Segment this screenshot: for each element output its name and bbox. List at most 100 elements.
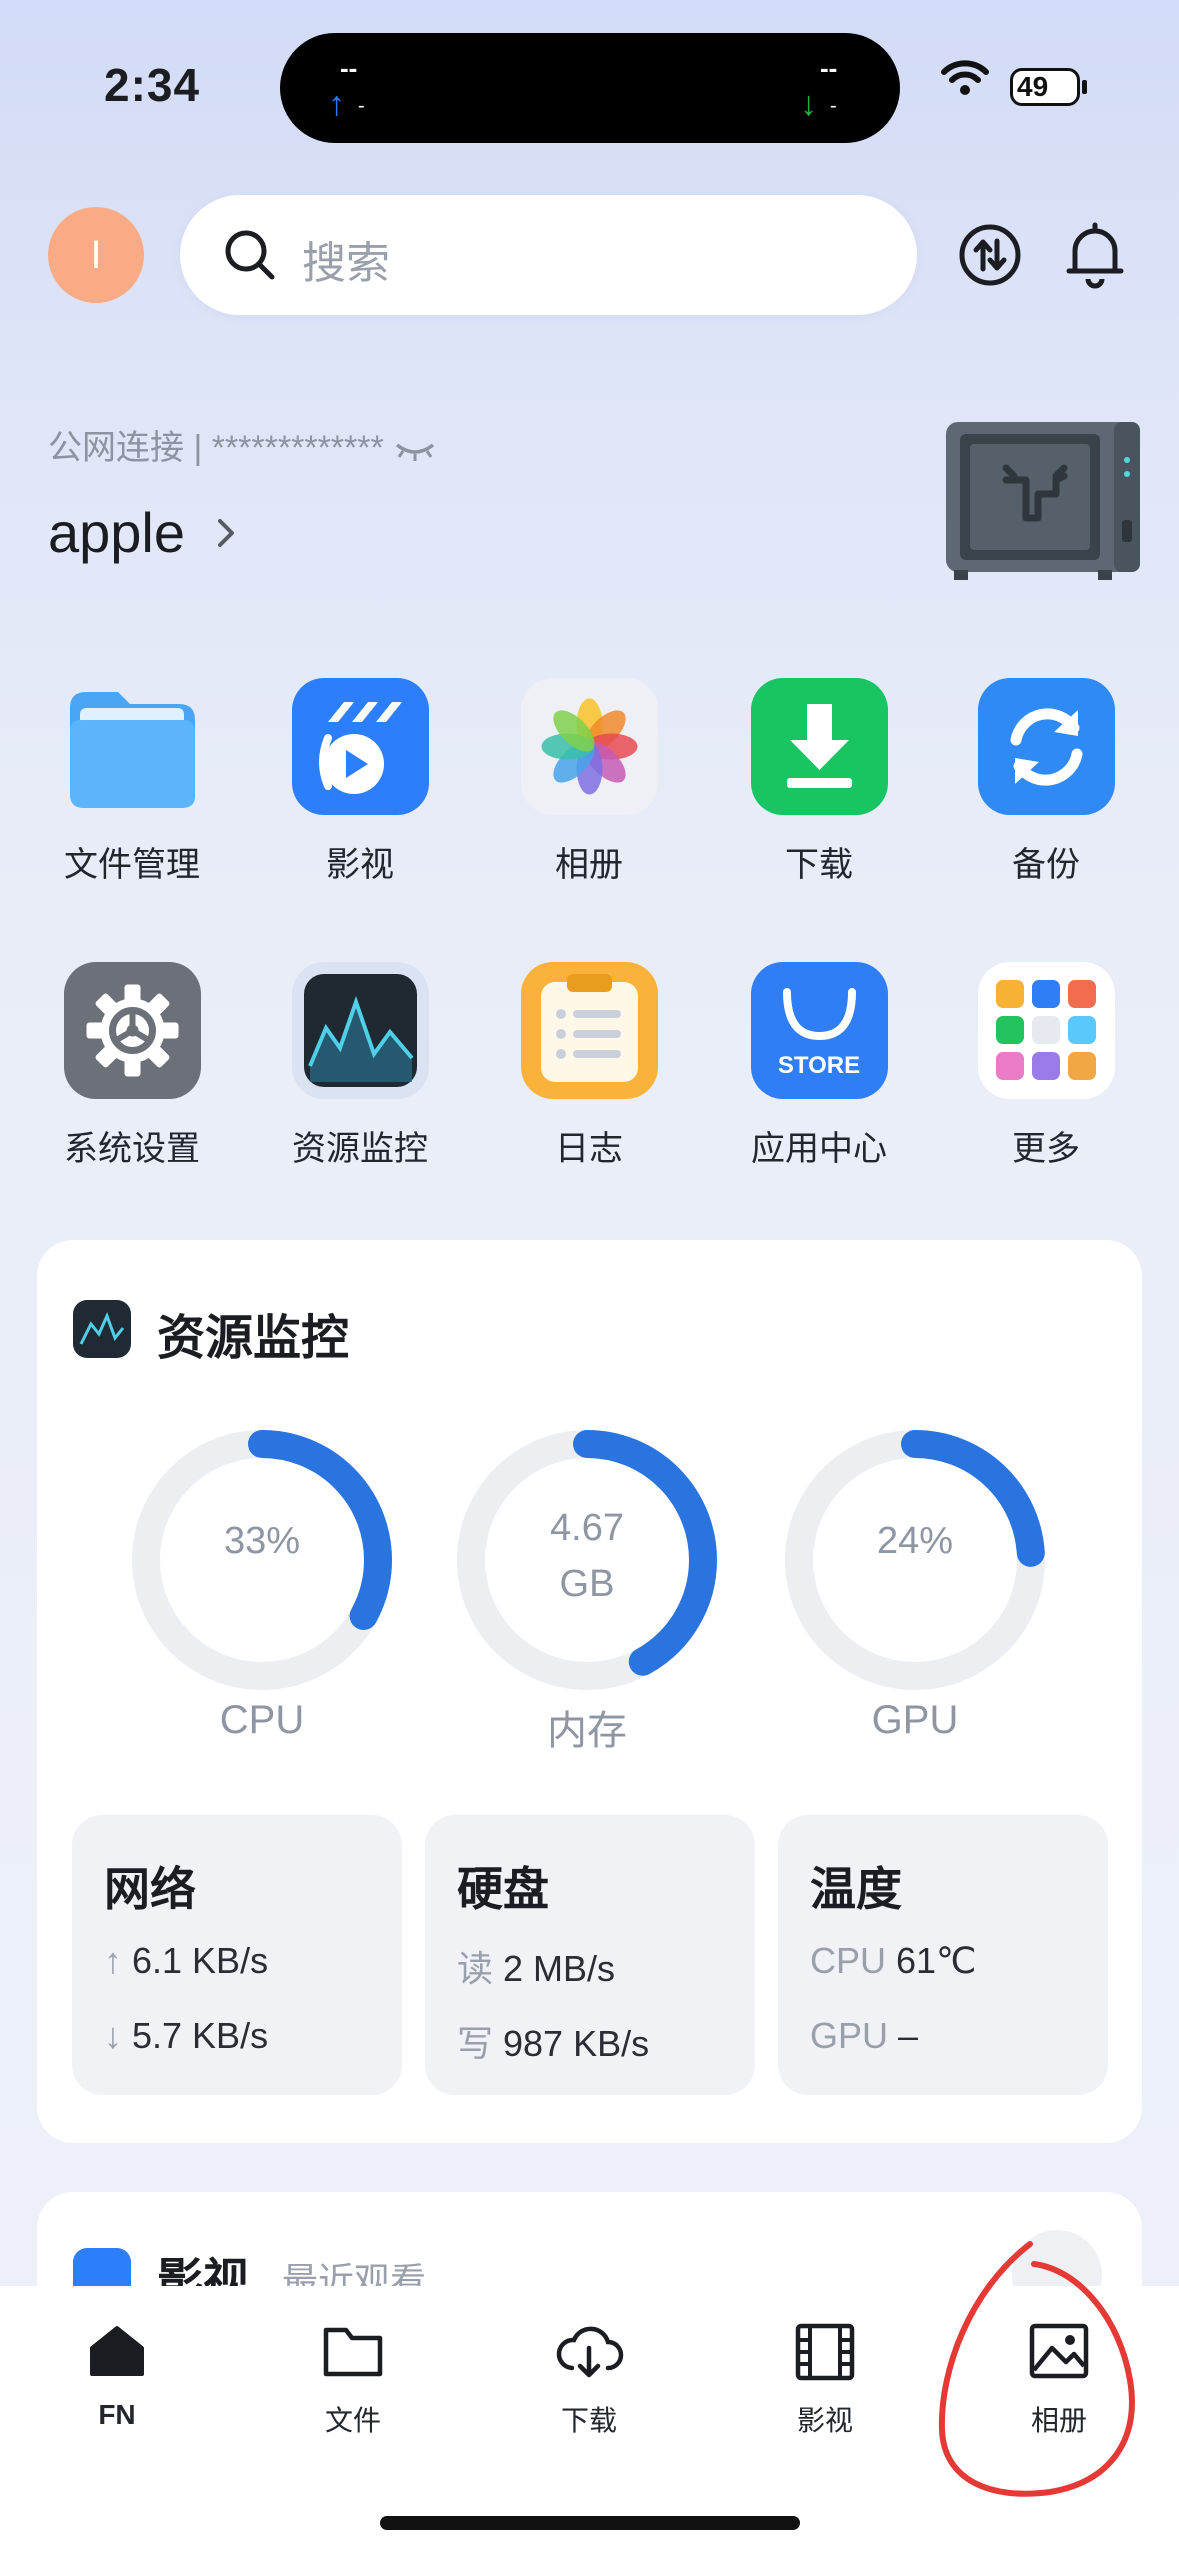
island-right-value: -- — [820, 53, 838, 83]
app-label: 系统设置 — [64, 1130, 200, 1168]
memory-gauge: 4.67 GB — [437, 1410, 737, 1710]
dynamic-island: -- ↑ - -- ↓ - — [280, 33, 900, 143]
transfer-icon[interactable] — [950, 215, 1030, 295]
app-log[interactable]: 日志 — [499, 962, 679, 1170]
tab-download[interactable]: 下载 — [514, 2316, 664, 2439]
app-label: 下载 — [785, 846, 853, 884]
annotation-circle — [938, 2241, 1135, 2497]
gpu-temp-row: GPU – — [810, 2015, 918, 2057]
app-label: 相册 — [555, 846, 623, 884]
arrow-up-icon: ↑ — [104, 1940, 122, 1981]
cpu-label: CPU — [219, 1698, 305, 1742]
cpu-temp-label: CPU — [810, 1940, 887, 1981]
tab-label: 下载 — [560, 2405, 617, 2436]
gpu-temp: – — [898, 2015, 919, 2056]
app-download[interactable]: 下载 — [729, 678, 909, 886]
gpu-temp-label: GPU — [810, 2015, 889, 2056]
cpu-temp-row: CPU 61℃ — [810, 1940, 977, 1982]
film-icon — [795, 2323, 855, 2381]
log-icon — [520, 962, 658, 1099]
connection-status: 公网连接 | ************* — [48, 420, 437, 469]
app-photos[interactable]: 相册 — [499, 678, 679, 886]
disk-stat[interactable]: 硬盘 读2 MB/s 写 987 KB/s — [425, 1815, 755, 2095]
eye-closed-icon[interactable] — [393, 437, 437, 463]
battery-indicator: 49 — [1010, 68, 1080, 106]
tab-video[interactable]: 影视 — [750, 2316, 900, 2439]
download-icon — [750, 678, 888, 815]
tab-label: FN — [98, 2399, 136, 2430]
app-label: 文件管理 — [64, 846, 200, 884]
app-resource-monitor[interactable]: 资源监控 — [270, 962, 450, 1170]
network-down: 5.7 KB/s — [132, 2015, 269, 2056]
tab-fn[interactable]: FN — [42, 2316, 192, 2431]
app-label: 日志 — [555, 1130, 623, 1168]
monitor-icon — [291, 962, 429, 1099]
photos-icon — [520, 678, 658, 815]
network-up-row: ↑ 6.1 KB/s — [104, 1940, 268, 1982]
device-name[interactable]: apple — [48, 500, 185, 565]
app-label: 影视 — [326, 846, 394, 884]
app-settings[interactable]: 系统设置 — [42, 962, 222, 1170]
app-label: 更多 — [1012, 1130, 1080, 1168]
app-file-manager[interactable]: 文件管理 — [42, 678, 222, 886]
monitor-icon — [73, 1300, 131, 1358]
island-left-value: -- — [340, 53, 358, 83]
gpu-label: GPU — [871, 1698, 959, 1742]
app-backup[interactable]: 备份 — [956, 678, 1136, 886]
network-title: 网络 — [104, 1863, 196, 1915]
memory-label: 内存 — [547, 1709, 627, 1753]
connection-text: 公网连接 | ************* — [48, 429, 394, 467]
temperature-stat[interactable]: 温度 CPU 61℃ GPU – — [778, 1815, 1108, 2095]
app-label: 应用中心 — [751, 1130, 887, 1168]
wifi-icon — [941, 60, 989, 95]
disk-read: 2 MB/s — [503, 1948, 616, 1989]
status-time: 2:34 — [104, 59, 201, 111]
app-label: 备份 — [1012, 846, 1080, 884]
network-down-row: ↓ 5.7 KB/s — [104, 2015, 268, 2057]
home-indicator — [380, 2516, 800, 2530]
folder-icon — [323, 2327, 383, 2377]
cpu-value: 33% — [223, 1520, 301, 1562]
nas-device-image[interactable] — [944, 420, 1142, 585]
battery-nub — [1082, 80, 1087, 94]
memory-amount: 4.67 — [550, 1507, 624, 1549]
folder-icon — [64, 678, 201, 815]
download-arrow-icon: ↓ — [800, 85, 817, 123]
more-apps-icon — [977, 962, 1115, 1099]
memory-unit: GB — [559, 1563, 615, 1605]
search-bar[interactable]: 搜索 — [180, 195, 917, 315]
battery-level: 49 — [1017, 71, 1049, 102]
bell-icon[interactable] — [1055, 215, 1135, 295]
app-more[interactable]: 更多 — [956, 962, 1136, 1170]
island-right-sub: - — [830, 95, 837, 117]
tab-files[interactable]: 文件 — [278, 2316, 428, 2439]
disk-read-row: 读2 MB/s — [457, 1940, 615, 1992]
video-icon — [291, 678, 429, 815]
tab-label: 文件 — [324, 2405, 381, 2436]
network-up: 6.1 KB/s — [132, 1940, 269, 1981]
temperature-title: 温度 — [810, 1863, 902, 1915]
memory-value: 4.67 GB — [437, 1500, 737, 1612]
upload-arrow-icon: ↑ — [328, 85, 345, 123]
app-label: 资源监控 — [292, 1130, 428, 1168]
store-icon: STORE — [750, 962, 888, 1099]
search-placeholder: 搜索 — [302, 239, 390, 288]
avatar[interactable]: I — [48, 207, 144, 303]
tab-label: 影视 — [796, 2405, 853, 2436]
disk-write-row: 写 987 KB/s — [457, 2015, 649, 2067]
card-title: 资源监控 — [157, 1312, 350, 1365]
backup-icon — [977, 678, 1115, 815]
app-video[interactable]: 影视 — [270, 678, 450, 886]
app-store[interactable]: STORE 应用中心 — [729, 962, 909, 1170]
network-stat[interactable]: 网络 ↑ 6.1 KB/s ↓ 5.7 KB/s — [72, 1815, 402, 2095]
gear-icon — [63, 962, 201, 1099]
store-badge: STORE — [777, 1052, 861, 1079]
gpu-value: 24% — [876, 1520, 954, 1562]
disk-read-label: 读 — [457, 1948, 494, 1989]
cpu-temp: 61℃ — [896, 1940, 977, 1981]
chevron-right-icon[interactable] — [212, 513, 242, 553]
arrow-down-icon: ↓ — [104, 2015, 122, 2056]
disk-title: 硬盘 — [457, 1863, 549, 1915]
gpu-gauge: 24% — [765, 1410, 1065, 1710]
resource-monitor-card[interactable]: 资源监控 33% CPU 4.67 GB 内存 24% GPU 网络 ↑ 6.1 … — [37, 1240, 1142, 2143]
